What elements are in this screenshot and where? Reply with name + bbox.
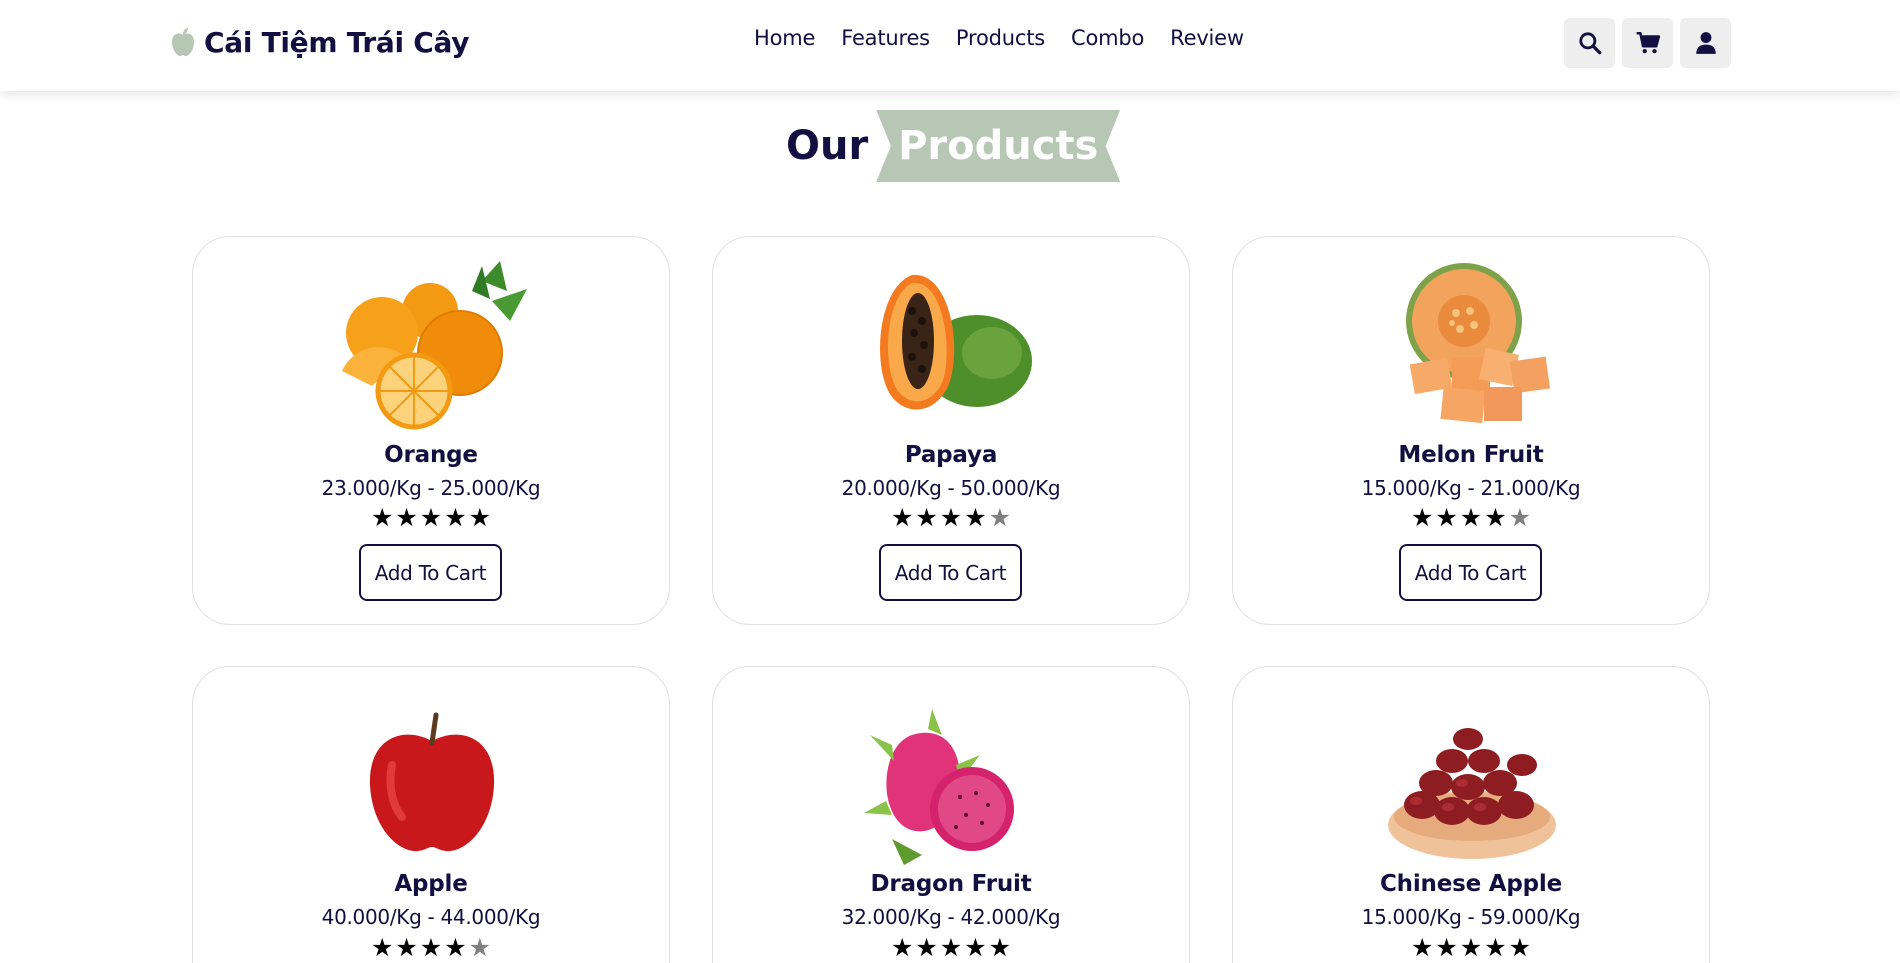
nav-combo[interactable]: Combo [1071,26,1144,50]
orange-image [342,261,527,430]
melon-image [1406,263,1551,424]
product-card: Melon Fruit 15.000/Kg - 21.000/Kg ★ ★ ★ ★ ★ … [1232,236,1710,625]
star-empty-icon: ★ [1508,503,1532,532]
product-price: 23.000/Kg - 25.000/Kg [321,476,541,500]
star-filled-icon: ★ [939,503,963,532]
add-to-cart-button[interactable]: Add To Cart [879,544,1022,601]
section-heading: Our Products [786,110,1121,182]
nav-features[interactable]: Features [841,26,930,50]
cart-button[interactable] [1622,18,1673,68]
logo-text: Cái Tiệm Trái Cây [204,25,470,59]
product-name: Melon Fruit [1398,442,1544,468]
star-filled-icon: ★ [1435,503,1458,532]
rating-stars: ★ ★ ★ ★ ★ [1233,505,1709,530]
star-filled-icon: ★ [468,503,492,532]
nav-home[interactable]: Home [754,26,815,50]
star-filled-icon: ★ [915,503,938,532]
product-price: 40.000/Kg - 44.000/Kg [321,905,541,929]
star-filled-icon: ★ [890,933,914,962]
star-filled-icon: ★ [964,503,987,532]
star-filled-icon: ★ [890,503,914,532]
search-icon [1578,32,1601,55]
product-name: Orange [384,442,478,468]
apple-logo-icon [172,28,194,56]
search-button[interactable] [1564,18,1615,68]
product-card: Orange 23.000/Kg - 25.000/Kg ★ ★ ★ ★ ★ Add T… [192,236,670,625]
star-filled-icon: ★ [1459,503,1483,532]
star-filled-icon: ★ [444,933,467,962]
heading-badge: Products [876,110,1121,182]
main-nav: Home Features Products Combo Review [754,26,1244,50]
header-icons [1564,18,1731,68]
chinese-apple-image [1388,728,1556,859]
add-to-cart-button[interactable]: Add To Cart [1399,544,1542,601]
product-name: Dragon Fruit [870,871,1032,897]
product-price: 15.000/Kg - 59.000/Kg [1361,905,1581,929]
star-filled-icon: ★ [915,933,938,962]
star-empty-icon: ★ [468,933,492,962]
heading-text: Our [786,123,869,169]
star-empty-icon: ★ [988,503,1012,532]
star-filled-icon: ★ [1484,933,1507,962]
product-price: 20.000/Kg - 50.000/Kg [841,476,1061,500]
star-filled-icon: ★ [1410,503,1434,532]
rating-stars: ★ ★ ★ ★ ★ [713,935,1189,960]
product-card: Dragon Fruit 32.000/Kg - 42.000/Kg ★ ★ ★ ★ ★ [712,666,1190,963]
rating-stars: ★ ★ ★ ★ ★ [1233,935,1709,960]
rating-stars: ★ ★ ★ ★ ★ [193,505,669,530]
rating-stars: ★ ★ ★ ★ ★ [713,505,1189,530]
product-name: Apple [394,871,468,897]
add-to-cart-button[interactable]: Add To Cart [359,544,502,601]
star-filled-icon: ★ [1459,933,1483,962]
product-name: Chinese Apple [1379,871,1563,897]
star-filled-icon: ★ [1435,933,1458,962]
product-name: Papaya [904,442,998,468]
star-filled-icon: ★ [419,933,443,962]
star-filled-icon: ★ [419,503,443,532]
star-filled-icon: ★ [1508,933,1532,962]
account-button[interactable] [1680,18,1731,68]
star-filled-icon: ★ [395,933,418,962]
nav-review[interactable]: Review [1170,26,1244,50]
product-price: 15.000/Kg - 21.000/Kg [1361,476,1581,500]
star-filled-icon: ★ [395,503,418,532]
product-card: Apple 40.000/Kg - 44.000/Kg ★ ★ ★ ★ ★ [192,666,670,963]
site-header: Cái Tiệm Trái Cây Home Features Products… [0,0,1900,91]
apple-image [369,712,495,852]
star-filled-icon: ★ [939,933,963,962]
logo-link[interactable]: Cái Tiệm Trái Cây [170,24,470,60]
star-filled-icon: ★ [370,933,394,962]
rating-stars: ★ ★ ★ ★ ★ [193,935,669,960]
product-card: Papaya 20.000/Kg - 50.000/Kg ★ ★ ★ ★ ★ Add T… [712,236,1190,625]
star-filled-icon: ★ [1484,503,1507,532]
nav-products[interactable]: Products [956,26,1045,50]
dragon-fruit-image [864,709,1014,865]
star-filled-icon: ★ [370,503,394,532]
star-filled-icon: ★ [444,503,467,532]
heading-badge-text: Products [898,123,1099,169]
star-filled-icon: ★ [1410,933,1434,962]
cart-icon [1636,31,1660,54]
papaya-image [880,274,1032,410]
star-filled-icon: ★ [988,933,1012,962]
product-card: Chinese Apple 15.000/Kg - 59.000/Kg ★ ★ ★ ★… [1232,666,1710,963]
user-icon [1695,32,1716,54]
product-price: 32.000/Kg - 42.000/Kg [841,905,1061,929]
star-filled-icon: ★ [964,933,987,962]
